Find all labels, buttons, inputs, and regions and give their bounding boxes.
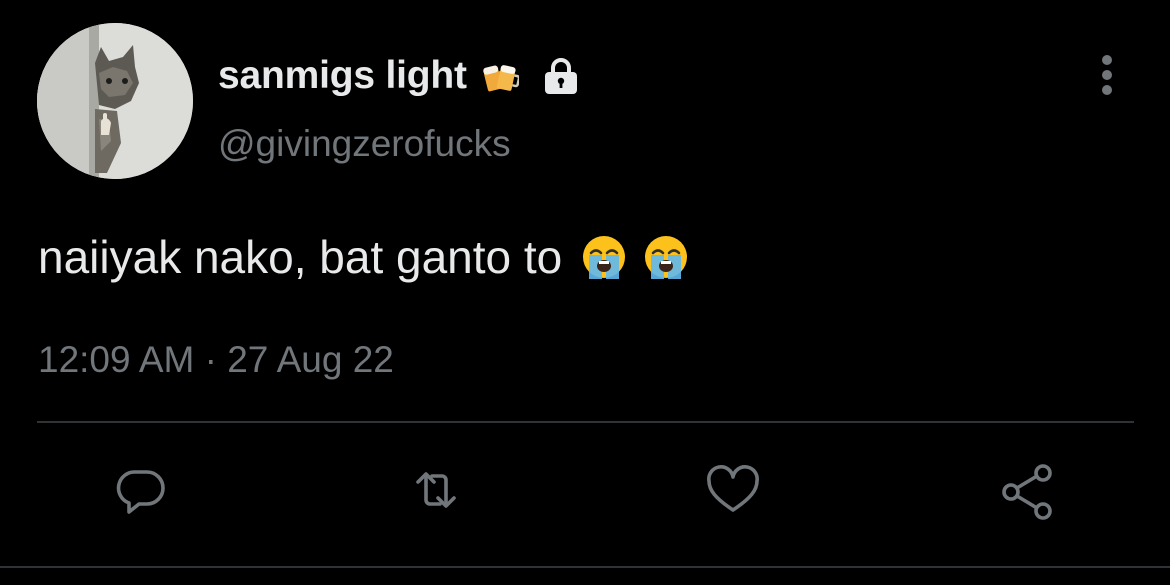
crying-face-icon — [580, 233, 628, 281]
retweet-icon — [416, 472, 456, 508]
tweet-timestamp[interactable]: 12:09 AM · 27 Aug 22 — [38, 339, 394, 381]
share-icon — [1002, 464, 1052, 520]
like-button[interactable] — [703, 460, 763, 520]
avatar[interactable] — [37, 23, 193, 179]
tweet-detail: sanmigs light @givingzerofucks naiiyak n… — [0, 0, 1170, 585]
retweet-button[interactable] — [406, 460, 466, 520]
reply-button[interactable] — [111, 460, 171, 520]
more-options-icon[interactable] — [1090, 52, 1124, 98]
share-button[interactable] — [999, 460, 1059, 520]
reply-icon — [116, 470, 165, 514]
crying-face-icon — [642, 233, 690, 281]
divider — [37, 421, 1134, 423]
beer-mugs-icon — [481, 57, 520, 95]
display-name[interactable]: sanmigs light — [218, 54, 467, 98]
tweet-text: naiiyak nako, bat ganto to — [38, 231, 563, 283]
lock-icon — [541, 56, 581, 96]
bottom-divider — [0, 566, 1170, 568]
tweet-body: naiiyak nako, bat ganto to — [38, 224, 690, 290]
display-name-row: sanmigs light — [218, 52, 581, 100]
like-icon — [707, 465, 759, 512]
avatar-cat-image — [37, 23, 193, 179]
user-handle[interactable]: @givingzerofucks — [218, 123, 511, 165]
